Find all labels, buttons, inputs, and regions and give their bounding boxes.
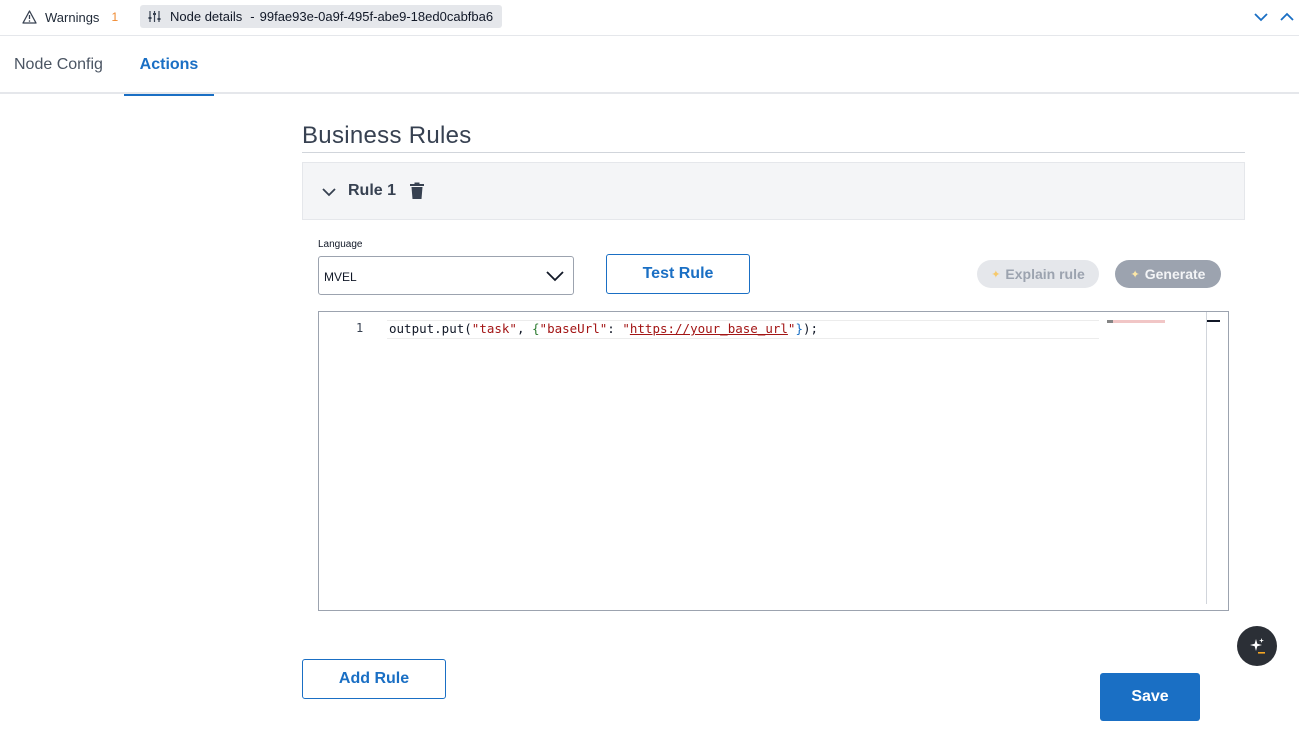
code-token: : — [607, 321, 623, 336]
tab-node-config[interactable]: Node Config — [14, 36, 103, 94]
ai-assistant-button[interactable] — [1237, 626, 1277, 666]
chevron-down-icon[interactable] — [1252, 8, 1270, 26]
code-editor[interactable]: 1 output.put("task", {"baseUrl": "https:… — [318, 311, 1229, 611]
rule-title: Rule 1 — [348, 182, 397, 199]
explain-rule-button[interactable]: ✦ Explain rule — [977, 260, 1099, 288]
save-button[interactable]: Save — [1100, 673, 1200, 721]
warnings-label: Warnings — [45, 9, 100, 25]
tab-actions[interactable]: Actions — [124, 36, 214, 96]
generate-button[interactable]: ✦ Generate — [1115, 260, 1221, 288]
test-rule-button[interactable]: Test Rule — [606, 254, 750, 294]
code-token: output.put( — [389, 321, 472, 336]
language-selected-value: MVEL — [324, 270, 357, 284]
top-bar: Warnings 1 Node details - 99fae93e-0a9f-… — [0, 0, 1299, 36]
code-url[interactable]: https://your_base_url — [630, 321, 788, 336]
warnings-count: 1 — [111, 10, 119, 24]
code-token: } — [795, 321, 803, 336]
editor-scrollbar-thumb[interactable] — [1207, 320, 1220, 322]
node-details-label: Node details — [170, 9, 243, 24]
generate-label: Generate — [1144, 266, 1206, 282]
code-token: ); — [802, 321, 819, 336]
tab-bar: Node Config Actions — [0, 36, 1299, 96]
warning-triangle-icon — [22, 10, 37, 24]
code-token: "task" — [471, 321, 517, 336]
code-line[interactable]: output.put("task", {"baseUrl": "https://… — [389, 321, 818, 336]
code-token: , — [516, 321, 533, 336]
line-number: 1 — [356, 321, 364, 335]
sparkle-icon — [1250, 638, 1265, 654]
sliders-icon — [148, 11, 161, 22]
node-details-chip[interactable]: Node details - 99fae93e-0a9f-495f-abe9-1… — [140, 5, 503, 28]
rule-header[interactable]: Rule 1 — [302, 162, 1245, 220]
warnings-indicator[interactable]: Warnings 1 — [22, 6, 118, 28]
section-divider — [302, 152, 1245, 153]
code-token: "baseUrl" — [539, 321, 608, 336]
explain-rule-label: Explain rule — [1005, 266, 1085, 282]
trash-icon[interactable] — [409, 182, 425, 200]
chevron-down-icon[interactable] — [321, 184, 337, 200]
language-label: Language — [318, 239, 363, 250]
editor-minimap[interactable] — [1107, 320, 1165, 323]
code-token: { — [532, 321, 540, 336]
chevron-up-icon[interactable] — [1278, 8, 1296, 26]
node-id: 99fae93e-0a9f-495f-abe9-18ed0cabfba6 — [259, 9, 494, 24]
sparkle-icon: ✦ — [1130, 268, 1140, 281]
chevron-down-icon — [546, 271, 564, 282]
editor-scrollbar-track[interactable] — [1206, 312, 1207, 604]
node-details-separator: - — [250, 9, 255, 24]
code-token: " — [622, 321, 630, 336]
sparkle-icon: ✦ — [991, 268, 1001, 281]
language-select[interactable]: MVEL — [318, 256, 574, 295]
section-title: Business Rules — [302, 122, 472, 149]
add-rule-button[interactable]: Add Rule — [302, 659, 446, 699]
